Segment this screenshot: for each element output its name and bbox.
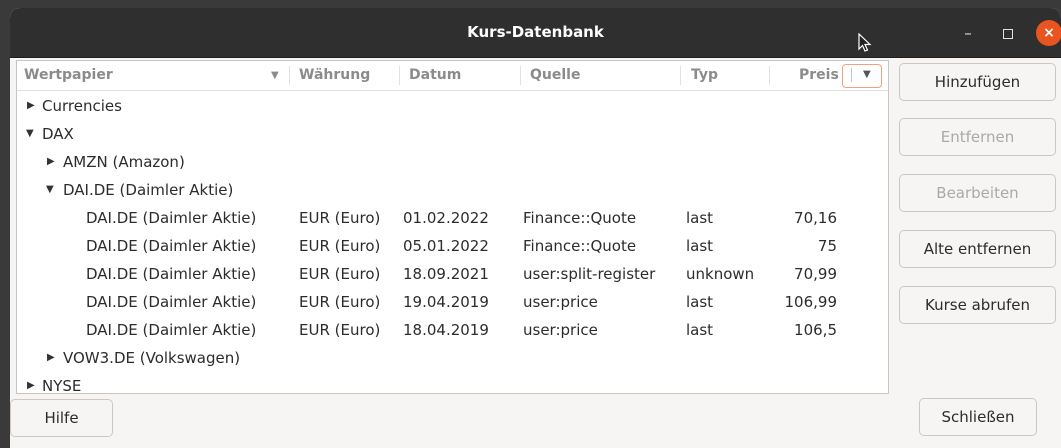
price-date: 19.04.2019: [403, 293, 489, 311]
price-security: DAI.DE (Daimler Aktie): [86, 237, 257, 255]
price-value: 70,16: [794, 209, 837, 227]
expander-expanded-icon[interactable]: ▼: [26, 120, 34, 148]
price-row[interactable]: DAI.DE (Daimler Aktie) EUR (Euro) 18.09.…: [17, 260, 888, 288]
price-security: DAI.DE (Daimler Aktie): [86, 209, 257, 227]
price-type: unknown: [686, 265, 755, 283]
price-row[interactable]: DAI.DE (Daimler Aktie) EUR (Euro) 19.04.…: [17, 288, 888, 316]
expander-collapsed-icon[interactable]: ▶: [47, 344, 55, 372]
fetch-prices-button[interactable]: Kurse abrufen: [899, 286, 1056, 324]
price-source: user:price: [523, 321, 598, 339]
column-header-security[interactable]: Wertpapier: [24, 61, 113, 90]
price-currency: EUR (Euro): [299, 265, 381, 283]
minimize-icon[interactable]: –: [955, 20, 981, 46]
title-bar[interactable]: Kurs-Datenbank – ×: [10, 8, 1061, 58]
column-header-row: Wertpapier ▼ Währung Datum Quelle Typ Pr…: [17, 61, 888, 91]
remove-old-button[interactable]: Alte entfernen: [899, 230, 1056, 268]
column-separator: [289, 66, 290, 85]
window-title: Kurs-Datenbank: [467, 23, 604, 41]
price-type: last: [686, 293, 714, 311]
price-currency: EUR (Euro): [299, 293, 381, 311]
commodity-label: AMZN (Amazon): [63, 153, 185, 171]
namespace-label: Currencies: [42, 97, 122, 115]
price-currency: EUR (Euro): [299, 237, 381, 255]
mouse-pointer-icon: [858, 33, 872, 52]
column-separator: [399, 66, 400, 85]
column-header-price[interactable]: Preis: [799, 61, 839, 90]
price-security: DAI.DE (Daimler Aktie): [86, 321, 257, 339]
price-type: last: [686, 209, 714, 227]
price-currency: EUR (Euro): [299, 209, 381, 227]
column-header-source[interactable]: Quelle: [530, 61, 580, 90]
column-separator: [520, 66, 521, 85]
column-header-date[interactable]: Datum: [409, 61, 461, 90]
sort-indicator-icon: ▼: [271, 70, 279, 81]
column-separator: [769, 66, 770, 85]
expander-collapsed-icon[interactable]: ▶: [47, 148, 55, 176]
price-row[interactable]: DAI.DE (Daimler Aktie) EUR (Euro) 01.02.…: [17, 204, 888, 232]
price-security: DAI.DE (Daimler Aktie): [86, 265, 257, 283]
price-value: 106,99: [784, 293, 838, 311]
add-button[interactable]: Hinzufügen: [899, 63, 1056, 101]
expander-expanded-icon[interactable]: ▼: [46, 176, 54, 204]
price-database-window: Kurs-Datenbank – × Wertpapier ▼ Währung …: [10, 8, 1061, 448]
remove-button[interactable]: Entfernen: [899, 118, 1056, 156]
price-date: 18.09.2021: [403, 265, 489, 283]
price-currency: EUR (Euro): [299, 321, 381, 339]
price-value: 70,99: [794, 265, 837, 283]
tree-row-dai[interactable]: ▼ DAI.DE (Daimler Aktie): [17, 176, 888, 204]
namespace-label: NYSE: [42, 377, 82, 394]
price-value: 106,5: [794, 321, 837, 339]
price-row[interactable]: DAI.DE (Daimler Aktie) EUR (Euro) 05.01.…: [17, 232, 888, 260]
price-source: Finance::Quote: [523, 237, 637, 255]
column-header-type[interactable]: Typ: [691, 61, 718, 90]
price-row[interactable]: DAI.DE (Daimler Aktie) EUR (Euro) 18.04.…: [17, 316, 888, 344]
commodity-label: DAI.DE (Daimler Aktie): [63, 181, 234, 199]
tree-row-vow3[interactable]: ▶ VOW3.DE (Volkswagen): [17, 344, 888, 372]
column-header-currency[interactable]: Währung: [299, 61, 370, 90]
namespace-label: DAX: [42, 125, 74, 143]
price-date: 18.04.2019: [403, 321, 489, 339]
expander-collapsed-icon[interactable]: ▶: [27, 372, 35, 393]
column-selector-button[interactable]: ▼: [842, 64, 882, 88]
price-source: Finance::Quote: [523, 209, 637, 227]
price-value: 75: [817, 237, 837, 255]
column-separator: [680, 66, 681, 85]
price-date: 05.01.2022: [403, 237, 489, 255]
tree-row-nyse[interactable]: ▶ NYSE: [17, 372, 888, 394]
column-selector-divider: [851, 68, 852, 82]
price-date: 01.02.2022: [403, 209, 489, 227]
tree-row-currencies[interactable]: ▶ Currencies: [17, 92, 888, 120]
price-source: user:price: [523, 293, 598, 311]
price-tree-view[interactable]: Wertpapier ▼ Währung Datum Quelle Typ Pr…: [16, 60, 889, 394]
price-source: user:split-register: [523, 265, 656, 283]
close-window-icon[interactable]: ×: [1036, 20, 1061, 46]
edit-button[interactable]: Bearbeiten: [899, 174, 1056, 212]
chevron-down-icon: ▼: [863, 69, 871, 80]
price-type: last: [686, 321, 714, 339]
tree-row-dax[interactable]: ▼ DAX: [17, 120, 888, 148]
price-security: DAI.DE (Daimler Aktie): [86, 293, 257, 311]
commodity-label: VOW3.DE (Volkswagen): [63, 349, 241, 367]
expander-collapsed-icon[interactable]: ▶: [27, 92, 35, 120]
close-button[interactable]: Schließen: [919, 398, 1037, 436]
tree-row-amzn[interactable]: ▶ AMZN (Amazon): [17, 148, 888, 176]
price-type: last: [686, 237, 714, 255]
maximize-icon[interactable]: [995, 20, 1021, 46]
help-button[interactable]: Hilfe: [10, 399, 113, 437]
